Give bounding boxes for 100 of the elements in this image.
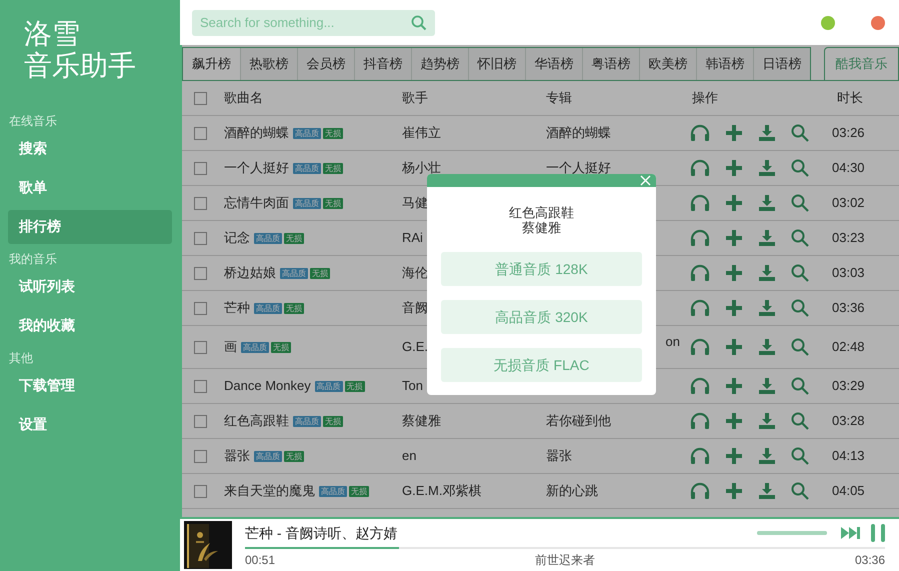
album-name: 新的心跳: [546, 482, 598, 500]
minimize-button[interactable]: [821, 16, 835, 30]
checkbox[interactable]: [194, 302, 207, 314]
album-name: 一个人挺好: [546, 159, 611, 178]
column-header: 歌手: [402, 89, 429, 108]
song-name: 芒种: [224, 299, 250, 318]
add-icon[interactable]: [725, 482, 743, 500]
song-name: 嚣张: [224, 447, 250, 466]
headphones-icon[interactable]: [690, 159, 710, 177]
checkbox[interactable]: [194, 340, 207, 354]
search-icon[interactable]: [791, 447, 809, 465]
headphones-icon[interactable]: [690, 377, 710, 395]
add-icon[interactable]: [725, 194, 743, 212]
download-icon[interactable]: [758, 338, 776, 356]
search-field[interactable]: Search for something...: [192, 10, 435, 36]
album-name: 嚣张: [546, 447, 572, 466]
song-name: 画: [224, 338, 237, 356]
close-button[interactable]: [871, 16, 885, 30]
checkbox[interactable]: [194, 266, 207, 280]
dialog-artist: 蔡健雅: [522, 220, 561, 235]
headphones-icon[interactable]: [690, 482, 710, 500]
search-icon[interactable]: [411, 14, 427, 30]
download-icon[interactable]: [758, 377, 776, 395]
album-name: on: [666, 333, 680, 351]
download-icon[interactable]: [758, 412, 776, 430]
search-icon[interactable]: [791, 299, 809, 317]
app-logo-text: 音乐助手: [24, 50, 136, 82]
add-icon[interactable]: [725, 412, 743, 430]
download-icon[interactable]: [758, 229, 776, 247]
nav-item[interactable]: 排行榜: [8, 210, 172, 244]
headphones-icon[interactable]: [690, 124, 710, 142]
section-title: 在线音乐: [8, 114, 58, 129]
song-name: 红色高跟鞋: [224, 412, 289, 430]
search-icon[interactable]: [791, 194, 809, 212]
checkbox[interactable]: [194, 450, 207, 462]
add-icon[interactable]: [725, 299, 743, 317]
search-icon[interactable]: [791, 159, 809, 177]
search-icon[interactable]: [791, 229, 809, 247]
search-input[interactable]: Search for something...: [200, 12, 411, 32]
download-icon[interactable]: [758, 264, 776, 282]
search-icon[interactable]: [791, 124, 809, 142]
quality-tag: 无损: [344, 380, 365, 392]
close-icon[interactable]: [640, 175, 651, 186]
pause-icon[interactable]: [871, 524, 885, 542]
volume-slider[interactable]: [757, 531, 827, 535]
section-title: 其他: [8, 351, 34, 366]
song-title: 芒种 - 音阙诗听、赵方婧: [245, 524, 398, 542]
song-name: 桥边姑娘: [224, 264, 276, 282]
add-icon[interactable]: [725, 159, 743, 177]
search-icon[interactable]: [791, 482, 809, 500]
checkbox[interactable]: [194, 414, 207, 428]
quality-tag: 高品质: [293, 162, 321, 174]
download-icon[interactable]: [758, 194, 776, 212]
duration: 03:29: [831, 377, 866, 396]
app-logo-text: 洛雪: [24, 18, 80, 50]
quality-tag: 无损: [323, 162, 343, 174]
checkbox[interactable]: [194, 126, 207, 140]
duration: 04:13: [831, 447, 866, 466]
artist-name: 海伦: [402, 264, 428, 282]
duration: 03:23: [831, 229, 866, 248]
next-icon[interactable]: [841, 526, 861, 540]
download-icon[interactable]: [758, 447, 776, 465]
download-icon[interactable]: [758, 124, 776, 142]
download-icon[interactable]: [758, 482, 776, 500]
song-name: 忘情牛肉面: [224, 194, 289, 212]
download-icon[interactable]: [758, 159, 776, 177]
checkbox[interactable]: [194, 232, 207, 244]
add-icon[interactable]: [725, 264, 743, 282]
download-icon[interactable]: [758, 299, 776, 317]
checkbox[interactable]: [194, 92, 207, 104]
headphones-icon[interactable]: [690, 447, 710, 465]
total-time: 03:36: [854, 552, 885, 569]
add-icon[interactable]: [725, 338, 743, 356]
checkbox[interactable]: [194, 380, 207, 392]
headphones-icon[interactable]: [690, 194, 710, 212]
add-icon[interactable]: [725, 124, 743, 142]
checkbox[interactable]: [194, 196, 207, 210]
album-name: 酒醉的蝴蝶: [546, 124, 611, 142]
song-name: Dance Monkey: [224, 377, 311, 396]
chart-tab[interactable]: 飙升榜: [183, 48, 240, 80]
quality-tag: 高品质: [280, 268, 308, 278]
quality-tag: 高品质: [293, 128, 321, 138]
search-icon[interactable]: [791, 412, 809, 430]
add-icon[interactable]: [725, 377, 743, 395]
search-icon[interactable]: [791, 264, 809, 282]
add-icon[interactable]: [725, 229, 743, 247]
headphones-icon[interactable]: [690, 338, 710, 356]
headphones-icon[interactable]: [690, 264, 710, 282]
search-icon[interactable]: [791, 377, 809, 395]
headphones-icon[interactable]: [690, 412, 710, 430]
checkbox[interactable]: [194, 162, 207, 174]
add-icon[interactable]: [725, 447, 743, 465]
quality-tag: 高品质: [254, 302, 282, 314]
artist-name: 杨小壮: [402, 159, 441, 178]
song-name: 一个人挺好: [224, 159, 289, 178]
headphones-icon[interactable]: [690, 299, 710, 317]
artist-name: G.E.M.邓紫棋: [402, 482, 482, 500]
search-icon[interactable]: [791, 338, 809, 356]
headphones-icon[interactable]: [690, 229, 710, 247]
checkbox[interactable]: [194, 484, 207, 498]
